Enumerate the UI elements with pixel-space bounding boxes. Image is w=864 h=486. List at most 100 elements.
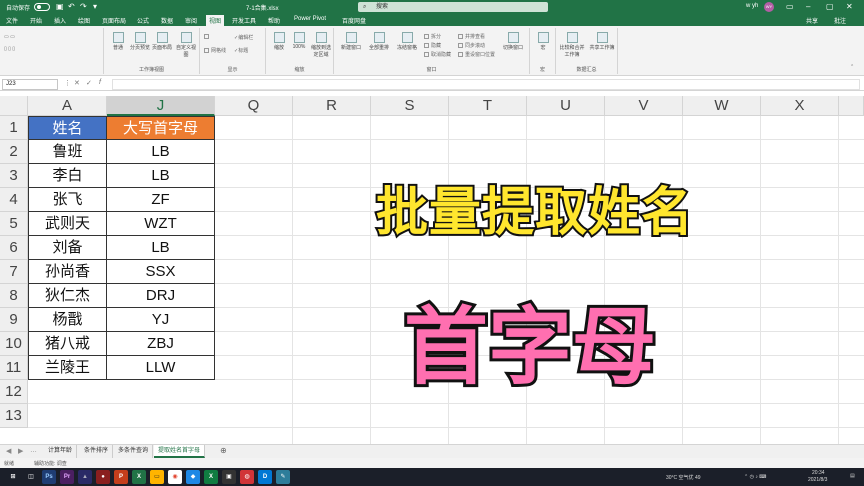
column-header-s[interactable]: S <box>371 96 449 116</box>
photoshop-icon[interactable]: Ps <box>42 470 56 484</box>
app-blue-icon[interactable]: ◆ <box>186 470 200 484</box>
table-header-name[interactable]: 姓名 <box>28 116 107 140</box>
table-cell-name[interactable]: 刘备 <box>28 236 107 260</box>
notification-icon[interactable]: ▤ <box>850 473 855 479</box>
customize-toolbar-icon[interactable]: ▾ <box>93 2 97 11</box>
excel-icon[interactable]: X <box>132 470 146 484</box>
new-window-button[interactable]: 新建窗口 <box>338 32 364 51</box>
table-header-initials[interactable]: 大写首字母 <box>107 116 215 140</box>
page-break-preview-button[interactable]: 分页预览 <box>130 32 150 51</box>
row-header-4[interactable]: 4 <box>0 188 28 212</box>
row-header-12[interactable]: 12 <box>0 380 28 404</box>
autosave-toggle[interactable] <box>34 3 50 11</box>
tab-developer[interactable]: 开发工具 <box>232 16 256 25</box>
collapse-ribbon-icon[interactable]: ⌃ <box>850 64 854 70</box>
tab-formulas[interactable]: 公式 <box>137 16 149 25</box>
more-sheets-icon[interactable]: … <box>30 447 37 454</box>
clock-time[interactable]: 20:34 <box>812 470 825 476</box>
user-name[interactable]: w yh <box>746 3 758 9</box>
column-header-t[interactable]: T <box>449 96 527 116</box>
tab-data[interactable]: 数据 <box>161 16 173 25</box>
table-cell-name[interactable]: 孙尚香 <box>28 260 107 284</box>
app-dx-icon[interactable]: D <box>258 470 272 484</box>
compare-merge-button[interactable]: 比较和合并工作簿 <box>558 32 586 58</box>
start-icon[interactable]: ⊞ <box>6 470 20 484</box>
split-button[interactable]: 拆分 <box>424 33 441 40</box>
switch-windows-button[interactable]: 切换窗口 <box>500 32 526 51</box>
unhide-button[interactable]: 取消隐藏 <box>424 51 451 58</box>
excel-alt-icon[interactable]: X <box>204 470 218 484</box>
table-cell-name[interactable]: 鲁班 <box>28 140 107 164</box>
app-record-icon[interactable]: ◍ <box>240 470 254 484</box>
ruler-checkbox[interactable] <box>204 34 211 40</box>
table-cell-initials[interactable]: DRJ <box>107 284 215 308</box>
weather-widget[interactable]: 30°C 空气优 49 <box>666 474 701 481</box>
sheet-tab-calc-age[interactable]: 计算年龄 <box>44 445 78 458</box>
minimize-icon[interactable]: – <box>806 2 810 11</box>
tab-draw[interactable]: 绘图 <box>78 16 90 25</box>
task-view-icon[interactable]: ◫ <box>24 470 38 484</box>
column-header-x[interactable]: X <box>761 96 839 116</box>
powerpoint-icon[interactable]: P <box>114 470 128 484</box>
page-layout-view-button[interactable]: 页面布局 <box>152 32 172 51</box>
insert-function-icon[interactable]: f <box>99 79 101 86</box>
row-header-8[interactable]: 8 <box>0 284 28 308</box>
column-header-overflow[interactable] <box>839 96 864 116</box>
normal-view-button[interactable]: 普通 <box>108 32 128 51</box>
column-header-w[interactable]: W <box>683 96 761 116</box>
table-cell-initials[interactable]: LLW <box>107 356 215 380</box>
row-header-10[interactable]: 10 <box>0 332 28 356</box>
zoom-button[interactable]: 缩放 <box>270 32 288 51</box>
column-header-q[interactable]: Q <box>215 96 293 116</box>
tab-page-layout[interactable]: 页面布局 <box>102 16 126 25</box>
row-header-3[interactable]: 3 <box>0 164 28 188</box>
table-cell-name[interactable]: 武则天 <box>28 212 107 236</box>
arrange-all-button[interactable]: 全部重排 <box>366 32 392 51</box>
prev-sheet-icon[interactable]: ◀ <box>6 447 11 455</box>
sheet-tab-extract-initials[interactable]: 提取姓名首字母 <box>154 445 206 458</box>
premiere-icon[interactable]: Pr <box>60 470 74 484</box>
share-button[interactable]: 共享 <box>806 16 818 25</box>
sync-scroll-button[interactable]: 同步滚动 <box>458 42 485 49</box>
reset-window-button[interactable]: 重设窗口位置 <box>458 51 495 58</box>
sheet-tab-multi-condition-query[interactable]: 多条件查询 <box>114 445 154 458</box>
table-cell-initials[interactable]: WZT <box>107 212 215 236</box>
table-cell-name[interactable]: 杨戬 <box>28 308 107 332</box>
add-sheet-icon[interactable]: ⊕ <box>220 446 227 455</box>
table-cell-name[interactable]: 兰陵王 <box>28 356 107 380</box>
table-cell-initials[interactable]: ZF <box>107 188 215 212</box>
undo-icon[interactable]: ↶ <box>68 2 75 11</box>
row-header-11[interactable]: 11 <box>0 356 28 380</box>
table-cell-initials[interactable]: ZBJ <box>107 332 215 356</box>
zoom-100-button[interactable]: 100% <box>290 32 308 50</box>
row-header-2[interactable]: 2 <box>0 140 28 164</box>
headings-checkbox[interactable]: ✓标题 <box>234 47 248 54</box>
name-box[interactable]: J23 <box>2 79 58 90</box>
formula-input[interactable] <box>112 79 860 90</box>
name-box-dropdown-icon[interactable]: ⋮ <box>64 79 71 87</box>
tab-view[interactable]: 视图 <box>206 15 225 26</box>
table-cell-initials[interactable]: SSX <box>107 260 215 284</box>
save-icon[interactable]: ▣ <box>56 2 64 11</box>
ribbon-display-icon[interactable]: ▭ <box>786 2 794 11</box>
file-explorer-icon[interactable]: ▭ <box>150 470 164 484</box>
column-header-v[interactable]: V <box>605 96 683 116</box>
enter-icon[interactable]: ✓ <box>86 79 92 87</box>
view-side-by-side-button[interactable]: 并排查看 <box>458 33 485 40</box>
row-header-9[interactable]: 9 <box>0 308 28 332</box>
gridlines-checkbox[interactable]: 网格线 <box>204 47 226 54</box>
formula-bar-checkbox[interactable]: ✓编辑栏 <box>234 34 253 41</box>
row-header-13[interactable]: 13 <box>0 404 28 428</box>
tab-review[interactable]: 审阅 <box>185 16 197 25</box>
column-header-r[interactable]: R <box>293 96 371 116</box>
select-all-corner[interactable] <box>0 96 28 116</box>
cancel-icon[interactable]: ✕ <box>74 79 80 87</box>
avatar[interactable]: WY <box>764 2 774 12</box>
status-accessibility[interactable]: 辅助功能: 调查 <box>34 460 67 467</box>
table-cell-initials[interactable]: LB <box>107 236 215 260</box>
row-header-5[interactable]: 5 <box>0 212 28 236</box>
table-cell-initials[interactable]: LB <box>107 164 215 188</box>
table-cell-name[interactable]: 张飞 <box>28 188 107 212</box>
tab-file[interactable]: 文件 <box>6 16 18 25</box>
next-sheet-icon[interactable]: ▶ <box>18 447 23 455</box>
